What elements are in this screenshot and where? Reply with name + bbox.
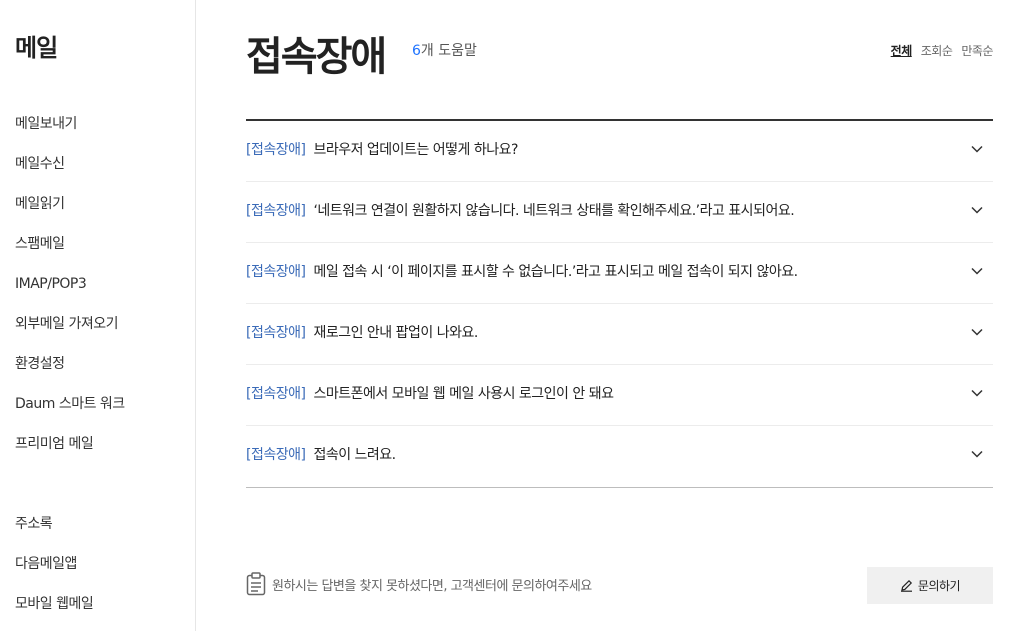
sidebar-item-connection-issue[interactable]: 접속장애 [15, 464, 213, 504]
sidebar-item-label: 주소록 [15, 516, 53, 532]
chevron-down-icon[interactable] [971, 328, 983, 336]
sidebar-item-label: 다음메일앱 [15, 556, 77, 572]
sidebar-item-label: 스팸메일 [15, 236, 65, 252]
sidebar-item-smart-work[interactable]: Daum 스마트 워크 [0, 384, 220, 424]
help-count-label: 개 도움말 [420, 43, 477, 59]
sort-all[interactable]: 전체 [891, 44, 913, 58]
contact-button-label: 문의하기 [917, 579, 961, 593]
footer-note-text: 원하시는 답변을 찾지 못하셨다면, 고객센터에 문의하여주세요 [272, 579, 592, 594]
faq-question: ‘네트워크 연결이 원활하지 않습니다. 네트워크 상태를 확인해주세요.’라고… [313, 203, 795, 219]
sidebar-item-send[interactable]: 메일보내기 [0, 104, 220, 144]
chevron-down-icon[interactable] [971, 450, 983, 458]
sidebar-item-label: 외부메일 가져오기 [15, 316, 119, 332]
faq-question: 스마트폰에서 모바일 웹 메일 사용시 로그인이 안 돼요 [313, 386, 614, 402]
chevron-down-icon[interactable] [971, 267, 983, 275]
sidebar-item-premium[interactable]: 프리미엄 메일 [0, 424, 220, 464]
chevron-down-icon[interactable] [971, 206, 983, 214]
pencil-icon [900, 579, 912, 592]
faq-category: [접속장애] [246, 142, 306, 158]
sidebar-item-label: 메일보내기 [15, 116, 77, 132]
faq-category: [접속장애] [246, 325, 306, 341]
faq-list: [접속장애] 브라우저 업데이트는 어떻게 하나요? [접속장애] ‘네트워크 연결… [246, 119, 993, 488]
chevron-down-icon[interactable] [971, 145, 983, 153]
page-header: 접속장애 6개 도움말 전체 조회순 만족순 [246, 22, 993, 82]
help-count-number: 6 [412, 43, 421, 59]
sidebar-title: 메일 [15, 34, 58, 62]
help-count: 6개 도움말 [412, 40, 477, 60]
faq-item[interactable]: [접속장애] 메일 접속 시 ‘이 페이지를 표시할 수 없습니다.’라고 표시되… [246, 243, 993, 304]
sidebar-nav: 메일보내기 메일수신 메일읽기 스팸메일 IMAP/POP3 외부메일 가져오기… [0, 104, 220, 624]
sidebar-item-label: 환경설정 [15, 356, 65, 372]
sidebar-item-receive[interactable]: 메일수신 [0, 144, 220, 184]
sidebar-item-label: 모바일 웹메일 [15, 596, 94, 612]
faq-category: [접속장애] [246, 386, 306, 402]
sidebar-item-imap-pop3[interactable]: IMAP/POP3 [0, 264, 220, 304]
faq-question: 브라우저 업데이트는 어떻게 하나요? [313, 142, 518, 158]
chevron-down-icon[interactable] [971, 389, 983, 397]
faq-item[interactable]: [접속장애] 스마트폰에서 모바일 웹 메일 사용시 로그인이 안 돼요 [246, 365, 993, 426]
sidebar-item-label: 메일읽기 [15, 196, 65, 212]
faq-question: 접속이 느려요. [313, 447, 396, 463]
sidebar-item-label: Daum 스마트 워크 [15, 396, 125, 412]
faq-item[interactable]: [접속장애] 재로그인 안내 팝업이 나와요. [246, 304, 993, 365]
sidebar: 메일 메일보내기 메일수신 메일읽기 스팸메일 IMAP/POP3 외부메일 가… [0, 0, 196, 631]
sidebar-item-mail-app[interactable]: 다음메일앱 [0, 544, 220, 584]
sidebar-item-address-book[interactable]: 주소록 [0, 504, 220, 544]
faq-question: 재로그인 안내 팝업이 나와요. [313, 325, 478, 341]
main-content: 접속장애 6개 도움말 전체 조회순 만족순 [접속장애] 브라우저 업데이트는 어떻… [246, 0, 993, 631]
contact-button[interactable]: 문의하기 [867, 567, 993, 604]
clipboard-icon [246, 572, 266, 596]
sidebar-item-label: IMAP/POP3 [15, 276, 87, 292]
footer-note: 원하시는 답변을 찾지 못하셨다면, 고객센터에 문의하여주세요 [246, 572, 592, 596]
faq-category: [접속장애] [246, 447, 306, 463]
faq-category: [접속장애] [246, 203, 306, 219]
faq-item[interactable]: [접속장애] 브라우저 업데이트는 어떻게 하나요? [246, 121, 993, 182]
page-title: 접속장애 [246, 34, 387, 80]
sidebar-item-read[interactable]: 메일읽기 [0, 184, 220, 224]
faq-category: [접속장애] [246, 264, 306, 280]
sort-options: 전체 조회순 만족순 [882, 42, 994, 59]
sidebar-item-label: 메일수신 [15, 156, 65, 172]
sidebar-item-label: 접속장애 [43, 476, 93, 492]
sidebar-item-mobile-web[interactable]: 모바일 웹메일 [0, 584, 220, 624]
faq-item[interactable]: [접속장애] ‘네트워크 연결이 원활하지 않습니다. 네트워크 상태를 확인해주… [246, 182, 993, 243]
faq-item[interactable]: [접속장애] 접속이 느려요. [246, 426, 993, 487]
sidebar-item-spam[interactable]: 스팸메일 [0, 224, 220, 264]
sidebar-item-label: 프리미엄 메일 [15, 436, 94, 452]
sidebar-item-settings[interactable]: 환경설정 [0, 344, 220, 384]
sort-satisfaction[interactable]: 만족순 [961, 44, 993, 58]
sidebar-item-external-mail[interactable]: 외부메일 가져오기 [0, 304, 220, 344]
sort-views[interactable]: 조회순 [921, 44, 953, 58]
faq-question: 메일 접속 시 ‘이 페이지를 표시할 수 없습니다.’라고 표시되고 메일 접… [313, 264, 798, 280]
